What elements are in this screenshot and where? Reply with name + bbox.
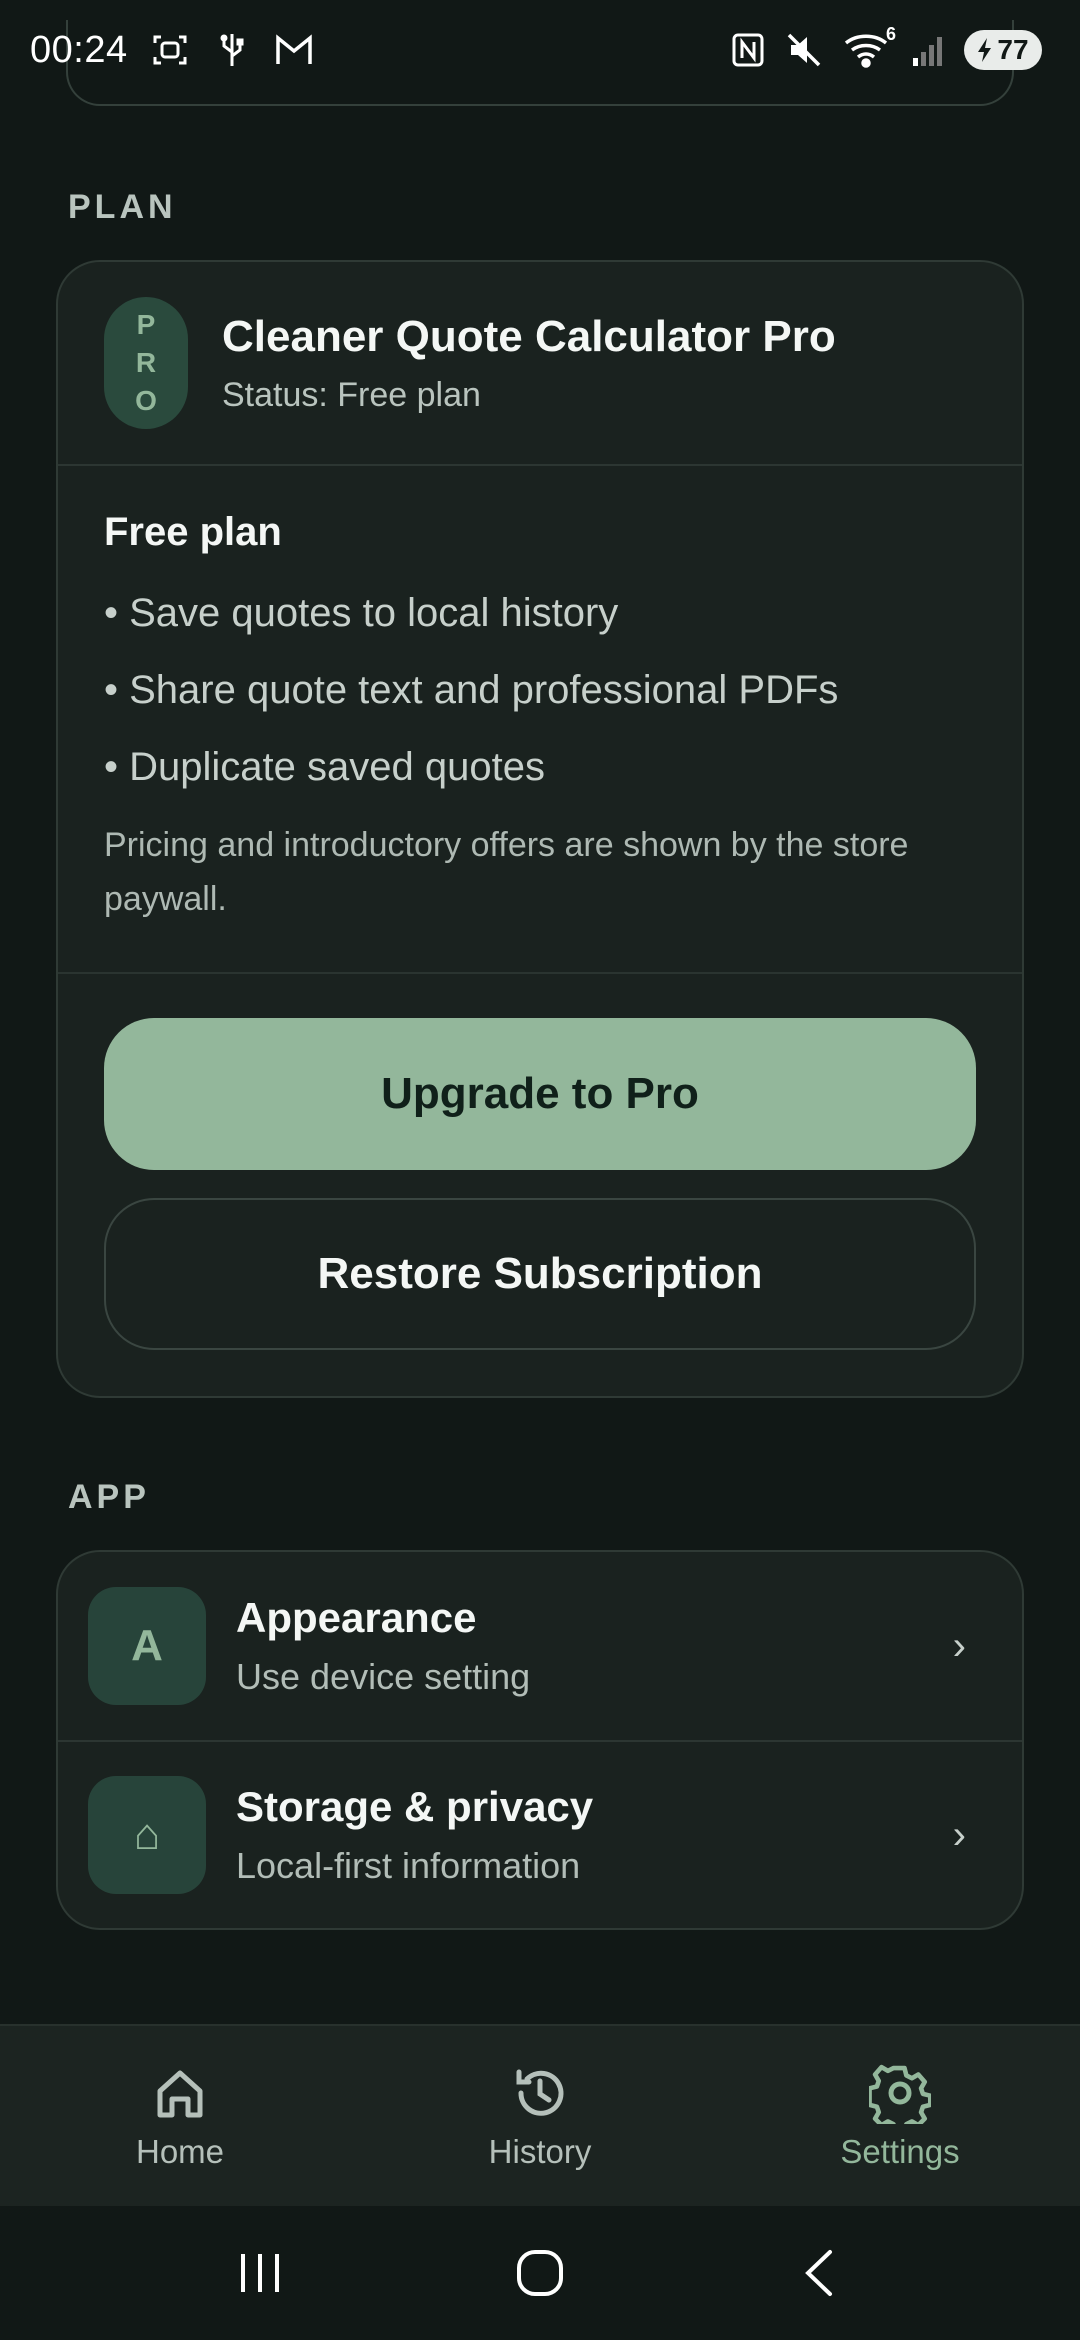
status-time: 00:24	[30, 28, 128, 71]
screenshot-icon	[150, 30, 190, 70]
status-bar-right: 6 77	[728, 24, 1042, 70]
appearance-icon: A	[88, 1587, 206, 1705]
gear-icon	[868, 2061, 932, 2125]
storage-privacy-subtitle: Local-first information	[236, 1845, 581, 1886]
wifi-icon: 6	[840, 24, 896, 70]
gmail-icon	[274, 30, 314, 70]
plan-name: Free plan	[104, 510, 282, 554]
house-icon: ⌂	[88, 1776, 206, 1894]
feature-item: • Duplicate saved quotes	[104, 745, 545, 789]
pro-badge-letter: O	[135, 385, 157, 416]
battery-icon: 77	[964, 30, 1042, 70]
usb-icon	[212, 30, 252, 70]
app-settings-card: A Appearance Use device setting › ⌂ Stor…	[56, 1550, 1024, 1930]
appearance-row[interactable]: A Appearance Use device setting ›	[58, 1552, 1022, 1740]
nav-history-label: History	[488, 2133, 592, 2170]
pricing-note: Pricing and introductory offers are show…	[104, 826, 909, 918]
status-bar-left: 00:24	[30, 29, 314, 72]
appearance-subtitle: Use device setting	[236, 1656, 531, 1697]
pro-badge-letter: P	[136, 309, 156, 340]
storage-privacy-row[interactable]: ⌂ Storage & privacy Local-first informat…	[58, 1740, 1022, 1928]
storage-privacy-title: Storage & privacy	[236, 1783, 594, 1830]
chevron-right-icon: ›	[952, 1623, 966, 1668]
feature-item: • Share quote text and professional PDFs	[104, 668, 839, 712]
signal-icon	[908, 30, 948, 70]
nav-home-label: Home	[135, 2133, 225, 2170]
home-icon	[148, 2061, 212, 2125]
pro-badge-letter: R	[135, 347, 157, 378]
wifi-badge: 6	[885, 24, 896, 44]
back-icon[interactable]	[780, 2233, 860, 2313]
recent-apps-icon[interactable]	[220, 2233, 300, 2313]
plan-header: P R O Cleaner Quote Calculator Pro Statu…	[58, 262, 1022, 466]
storage-privacy-text: Storage & privacy Local-first informatio…	[236, 1783, 953, 1887]
nav-settings[interactable]: Settings	[770, 2061, 1030, 2171]
plan-card: P R O Cleaner Quote Calculator Pro Statu…	[56, 260, 1024, 1398]
appearance-text: Appearance Use device setting	[236, 1594, 953, 1698]
nav-settings-label: Settings	[840, 2133, 960, 2170]
restore-subscription-button[interactable]: Restore Subscription	[104, 1198, 976, 1350]
plan-details: Free plan • Save quotes to local history…	[58, 466, 1022, 974]
bottom-navigation: Home History Settings	[0, 2024, 1080, 2206]
feature-item: • Save quotes to local history	[104, 591, 619, 635]
plan-section-title: PLAN	[68, 188, 177, 226]
pro-badge: P R O	[104, 297, 188, 429]
appearance-title: Appearance	[236, 1594, 477, 1641]
plan-actions: Upgrade to Pro Restore Subscription	[58, 974, 1022, 1396]
plan-status: Status: Free plan	[222, 375, 481, 414]
nfc-icon	[728, 30, 768, 70]
upgrade-to-pro-button[interactable]: Upgrade to Pro	[104, 1018, 976, 1170]
nav-home[interactable]: Home	[50, 2061, 310, 2171]
product-name: Cleaner Quote Calculator Pro	[222, 311, 836, 361]
battery-level: 77	[997, 34, 1029, 65]
settings-screen: 00:24 6 77 PLAN P R O Cleaner Quote Calc…	[0, 0, 1080, 2340]
nav-history[interactable]: History	[410, 2061, 670, 2171]
app-section-title: APP	[68, 1478, 150, 1516]
status-bar: 00:24 6 77	[0, 0, 1080, 100]
chevron-right-icon: ›	[952, 1812, 966, 1857]
feature-list: • Save quotes to local history • Share q…	[104, 575, 976, 806]
plan-header-text: Cleaner Quote Calculator Pro Status: Fre…	[222, 312, 836, 415]
home-button-icon[interactable]	[500, 2233, 580, 2313]
mute-icon	[784, 30, 824, 70]
history-icon	[508, 2061, 572, 2125]
system-navigation-bar	[0, 2206, 1080, 2340]
